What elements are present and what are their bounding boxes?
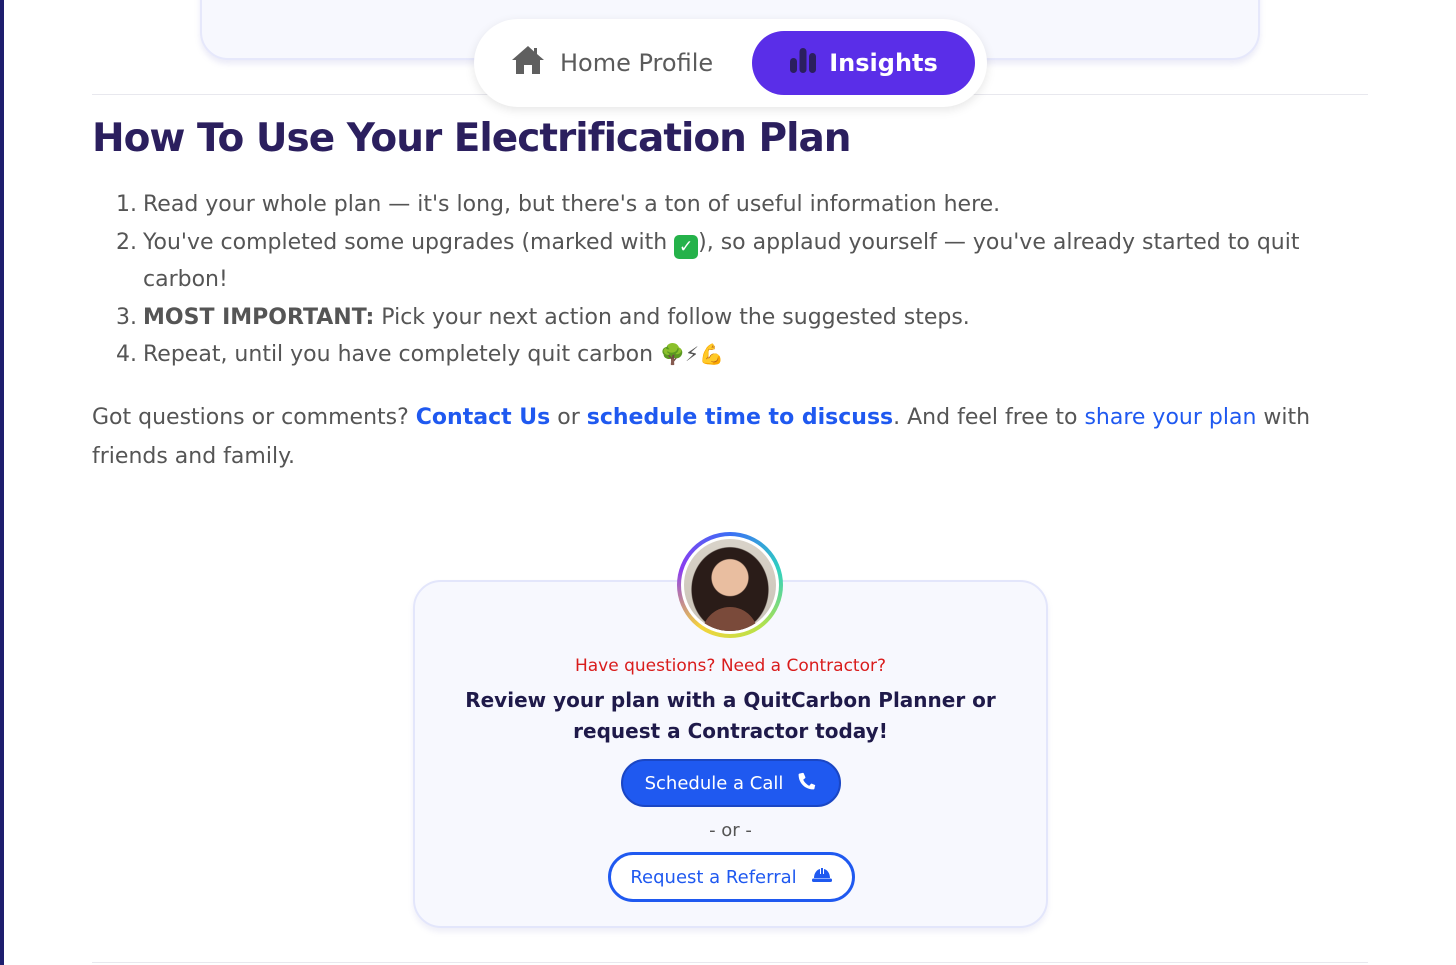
help-text: or — [550, 405, 587, 430]
home-icon — [510, 44, 546, 82]
list-item: 2. You've completed some upgrades (marke… — [116, 224, 1306, 299]
schedule-time-link[interactable]: schedule time to discuss — [587, 405, 893, 430]
phone-icon — [797, 771, 817, 796]
tab-insights[interactable]: Insights — [752, 31, 975, 95]
cta-eyebrow: Have questions? Need a Contractor? — [574, 656, 887, 676]
tree-bolt-muscle-emoji-icon: 🌳⚡💪 — [660, 342, 724, 366]
avatar-photo — [684, 539, 776, 631]
share-plan-link[interactable]: share your plan — [1084, 405, 1256, 430]
help-text: Got questions or comments? — [92, 405, 416, 430]
help-text: . And feel free to — [893, 405, 1085, 430]
list-item-text: You've completed some upgrades (marked w… — [143, 229, 675, 255]
check-mark-icon: ✓ — [674, 234, 699, 259]
request-referral-button[interactable]: Request a Referral — [608, 852, 855, 902]
list-item-number: 2. — [116, 229, 137, 255]
avatar-body — [702, 607, 758, 631]
view-toggle: Home Profile Insights — [474, 19, 987, 107]
list-item: 4. Repeat, until you have completely qui… — [116, 336, 1306, 374]
list-item-emphasis: MOST IMPORTANT: — [143, 304, 375, 330]
bar-chart-icon — [789, 46, 817, 80]
request-referral-label: Request a Referral — [630, 866, 797, 888]
divider — [92, 962, 1368, 963]
list-item-number: 4. — [116, 342, 137, 367]
contact-us-link[interactable]: Contact Us — [416, 405, 550, 430]
list-item: 3. MOST IMPORTANT: Pick your next action… — [116, 299, 1306, 337]
page-title: How To Use Your Electrification Plan — [92, 116, 852, 161]
tab-home-profile[interactable]: Home Profile — [510, 31, 752, 95]
avatar-frame — [681, 536, 779, 634]
list-item-number: 1. — [116, 192, 137, 217]
cta-headline: Review your plan with a QuitCarbon Plann… — [465, 688, 996, 743]
list-item-text: Pick your next action and follow the sug… — [374, 304, 970, 330]
list-item-text: Read your whole plan — it's long, but th… — [143, 192, 1001, 217]
left-edge-bar — [0, 0, 4, 965]
or-separator: - or - — [709, 820, 752, 841]
schedule-call-button[interactable]: Schedule a Call — [621, 759, 841, 807]
tab-insights-label: Insights — [829, 49, 938, 77]
steps-list: 1. Read your whole plan — it's long, but… — [116, 186, 1306, 374]
schedule-call-label: Schedule a Call — [644, 772, 784, 794]
list-item-number: 3. — [116, 304, 137, 330]
hard-hat-icon — [811, 866, 833, 889]
list-item: 1. Read your whole plan — it's long, but… — [116, 186, 1306, 224]
help-paragraph: Got questions or comments? Contact Us or… — [92, 398, 1368, 476]
list-item-text: Repeat, until you have completely quit c… — [143, 342, 661, 367]
planner-avatar — [677, 532, 783, 638]
tab-home-profile-label: Home Profile — [560, 49, 714, 77]
